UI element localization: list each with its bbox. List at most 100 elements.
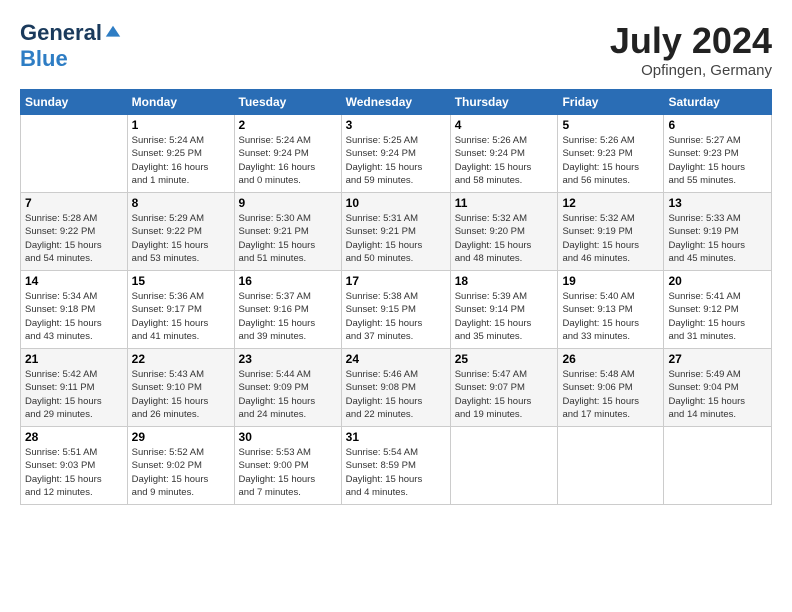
day-number: 7 (25, 196, 123, 210)
table-row: 1 Sunrise: 5:24 AM Sunset: 9:25 PM Daylig… (127, 115, 234, 193)
day-info: Sunrise: 5:24 AM Sunset: 9:24 PM Dayligh… (239, 134, 337, 187)
page: General Blue July 2024 Opfingen, Germany… (0, 0, 792, 612)
title-block: July 2024 Opfingen, Germany (610, 20, 772, 79)
col-friday: Friday (558, 90, 664, 115)
day-number: 11 (455, 196, 554, 210)
calendar-week-row: 1 Sunrise: 5:24 AM Sunset: 9:25 PM Daylig… (21, 115, 772, 193)
col-sunday: Sunday (21, 90, 128, 115)
day-number: 19 (562, 274, 659, 288)
day-info: Sunrise: 5:32 AM Sunset: 9:20 PM Dayligh… (455, 212, 554, 265)
table-row: 7Sunrise: 5:28 AM Sunset: 9:22 PM Daylig… (21, 193, 128, 271)
day-info: Sunrise: 5:52 AM Sunset: 9:02 PM Dayligh… (132, 446, 230, 499)
day-number: 15 (132, 274, 230, 288)
day-info: Sunrise: 5:27 AM Sunset: 9:23 PM Dayligh… (668, 134, 767, 187)
day-number: 27 (668, 352, 767, 366)
logo-blue-text: Blue (20, 46, 68, 71)
table-row: 31 Sunrise: 5:54 AM Sunset: 8:59 PM Dayli… (341, 427, 450, 505)
day-info: Sunrise: 5:26 AM Sunset: 9:24 PM Dayligh… (455, 134, 554, 187)
day-info: Sunrise: 5:30 AM Sunset: 9:21 PM Dayligh… (239, 212, 337, 265)
table-row: 20 Sunrise: 5:41 AM Sunset: 9:12 PM Dayli… (664, 271, 772, 349)
day-number: 10 (346, 196, 446, 210)
table-row (558, 427, 664, 505)
day-number: 2 (239, 118, 337, 132)
logo-general-text: General (20, 20, 102, 46)
day-info: Sunrise: 5:33 AM Sunset: 9:19 PM Dayligh… (668, 212, 767, 265)
table-row: 11 Sunrise: 5:32 AM Sunset: 9:20 PM Dayli… (450, 193, 558, 271)
day-info: Sunrise: 5:51 AM Sunset: 9:03 PM Dayligh… (25, 446, 123, 499)
table-row: 21Sunrise: 5:42 AM Sunset: 9:11 PM Dayli… (21, 349, 128, 427)
day-number: 13 (668, 196, 767, 210)
day-info: Sunrise: 5:36 AM Sunset: 9:17 PM Dayligh… (132, 290, 230, 343)
day-info: Sunrise: 5:37 AM Sunset: 9:16 PM Dayligh… (239, 290, 337, 343)
day-number: 18 (455, 274, 554, 288)
day-number: 1 (132, 118, 230, 132)
table-row: 12 Sunrise: 5:32 AM Sunset: 9:19 PM Dayli… (558, 193, 664, 271)
table-row: 4 Sunrise: 5:26 AM Sunset: 9:24 PM Daylig… (450, 115, 558, 193)
day-info: Sunrise: 5:31 AM Sunset: 9:21 PM Dayligh… (346, 212, 446, 265)
day-number: 22 (132, 352, 230, 366)
table-row: 15 Sunrise: 5:36 AM Sunset: 9:17 PM Dayli… (127, 271, 234, 349)
day-info: Sunrise: 5:25 AM Sunset: 9:24 PM Dayligh… (346, 134, 446, 187)
table-row: 14Sunrise: 5:34 AM Sunset: 9:18 PM Dayli… (21, 271, 128, 349)
month-title: July 2024 (610, 20, 772, 62)
table-row: 24 Sunrise: 5:46 AM Sunset: 9:08 PM Dayli… (341, 349, 450, 427)
col-thursday: Thursday (450, 90, 558, 115)
table-row: 9Sunrise: 5:30 AM Sunset: 9:21 PM Daylig… (234, 193, 341, 271)
day-number: 14 (25, 274, 123, 288)
table-row: 3 Sunrise: 5:25 AM Sunset: 9:24 PM Daylig… (341, 115, 450, 193)
table-row: 30Sunrise: 5:53 AM Sunset: 9:00 PM Dayli… (234, 427, 341, 505)
day-info: Sunrise: 5:26 AM Sunset: 9:23 PM Dayligh… (562, 134, 659, 187)
table-row: 23Sunrise: 5:44 AM Sunset: 9:09 PM Dayli… (234, 349, 341, 427)
day-number: 6 (668, 118, 767, 132)
table-row: 2 Sunrise: 5:24 AM Sunset: 9:24 PM Daylig… (234, 115, 341, 193)
day-number: 5 (562, 118, 659, 132)
day-info: Sunrise: 5:46 AM Sunset: 9:08 PM Dayligh… (346, 368, 446, 421)
logo-icon (104, 24, 122, 42)
calendar-week-row: 28 Sunrise: 5:51 AM Sunset: 9:03 PM Dayli… (21, 427, 772, 505)
day-number: 30 (239, 430, 337, 444)
day-number: 12 (562, 196, 659, 210)
header: General Blue July 2024 Opfingen, Germany (20, 20, 772, 79)
calendar-week-row: 21Sunrise: 5:42 AM Sunset: 9:11 PM Dayli… (21, 349, 772, 427)
day-info: Sunrise: 5:47 AM Sunset: 9:07 PM Dayligh… (455, 368, 554, 421)
table-row: 29 Sunrise: 5:52 AM Sunset: 9:02 PM Dayli… (127, 427, 234, 505)
day-number: 28 (25, 430, 123, 444)
day-number: 8 (132, 196, 230, 210)
day-info: Sunrise: 5:38 AM Sunset: 9:15 PM Dayligh… (346, 290, 446, 343)
day-info: Sunrise: 5:54 AM Sunset: 8:59 PM Dayligh… (346, 446, 446, 499)
day-number: 20 (668, 274, 767, 288)
calendar-header-row: Sunday Monday Tuesday Wednesday Thursday… (21, 90, 772, 115)
calendar-week-row: 14Sunrise: 5:34 AM Sunset: 9:18 PM Dayli… (21, 271, 772, 349)
day-number: 4 (455, 118, 554, 132)
day-number: 25 (455, 352, 554, 366)
calendar-week-row: 7Sunrise: 5:28 AM Sunset: 9:22 PM Daylig… (21, 193, 772, 271)
day-info: Sunrise: 5:29 AM Sunset: 9:22 PM Dayligh… (132, 212, 230, 265)
table-row: 19Sunrise: 5:40 AM Sunset: 9:13 PM Dayli… (558, 271, 664, 349)
table-row: 25 Sunrise: 5:47 AM Sunset: 9:07 PM Dayli… (450, 349, 558, 427)
day-number: 16 (239, 274, 337, 288)
table-row: 27 Sunrise: 5:49 AM Sunset: 9:04 PM Dayli… (664, 349, 772, 427)
table-row: 13 Sunrise: 5:33 AM Sunset: 9:19 PM Dayli… (664, 193, 772, 271)
logo: General Blue (20, 20, 122, 72)
table-row (450, 427, 558, 505)
table-row: 16 Sunrise: 5:37 AM Sunset: 9:16 PM Dayli… (234, 271, 341, 349)
day-info: Sunrise: 5:43 AM Sunset: 9:10 PM Dayligh… (132, 368, 230, 421)
location: Opfingen, Germany (610, 62, 772, 79)
table-row: 10 Sunrise: 5:31 AM Sunset: 9:21 PM Dayli… (341, 193, 450, 271)
day-info: Sunrise: 5:32 AM Sunset: 9:19 PM Dayligh… (562, 212, 659, 265)
day-number: 29 (132, 430, 230, 444)
day-info: Sunrise: 5:24 AM Sunset: 9:25 PM Dayligh… (132, 134, 230, 187)
day-info: Sunrise: 5:41 AM Sunset: 9:12 PM Dayligh… (668, 290, 767, 343)
day-number: 24 (346, 352, 446, 366)
day-info: Sunrise: 5:49 AM Sunset: 9:04 PM Dayligh… (668, 368, 767, 421)
day-info: Sunrise: 5:48 AM Sunset: 9:06 PM Dayligh… (562, 368, 659, 421)
col-wednesday: Wednesday (341, 90, 450, 115)
col-monday: Monday (127, 90, 234, 115)
table-row: 26Sunrise: 5:48 AM Sunset: 9:06 PM Dayli… (558, 349, 664, 427)
table-row: 22 Sunrise: 5:43 AM Sunset: 9:10 PM Dayli… (127, 349, 234, 427)
col-tuesday: Tuesday (234, 90, 341, 115)
day-number: 31 (346, 430, 446, 444)
day-number: 17 (346, 274, 446, 288)
day-number: 3 (346, 118, 446, 132)
table-row: 6 Sunrise: 5:27 AM Sunset: 9:23 PM Daylig… (664, 115, 772, 193)
